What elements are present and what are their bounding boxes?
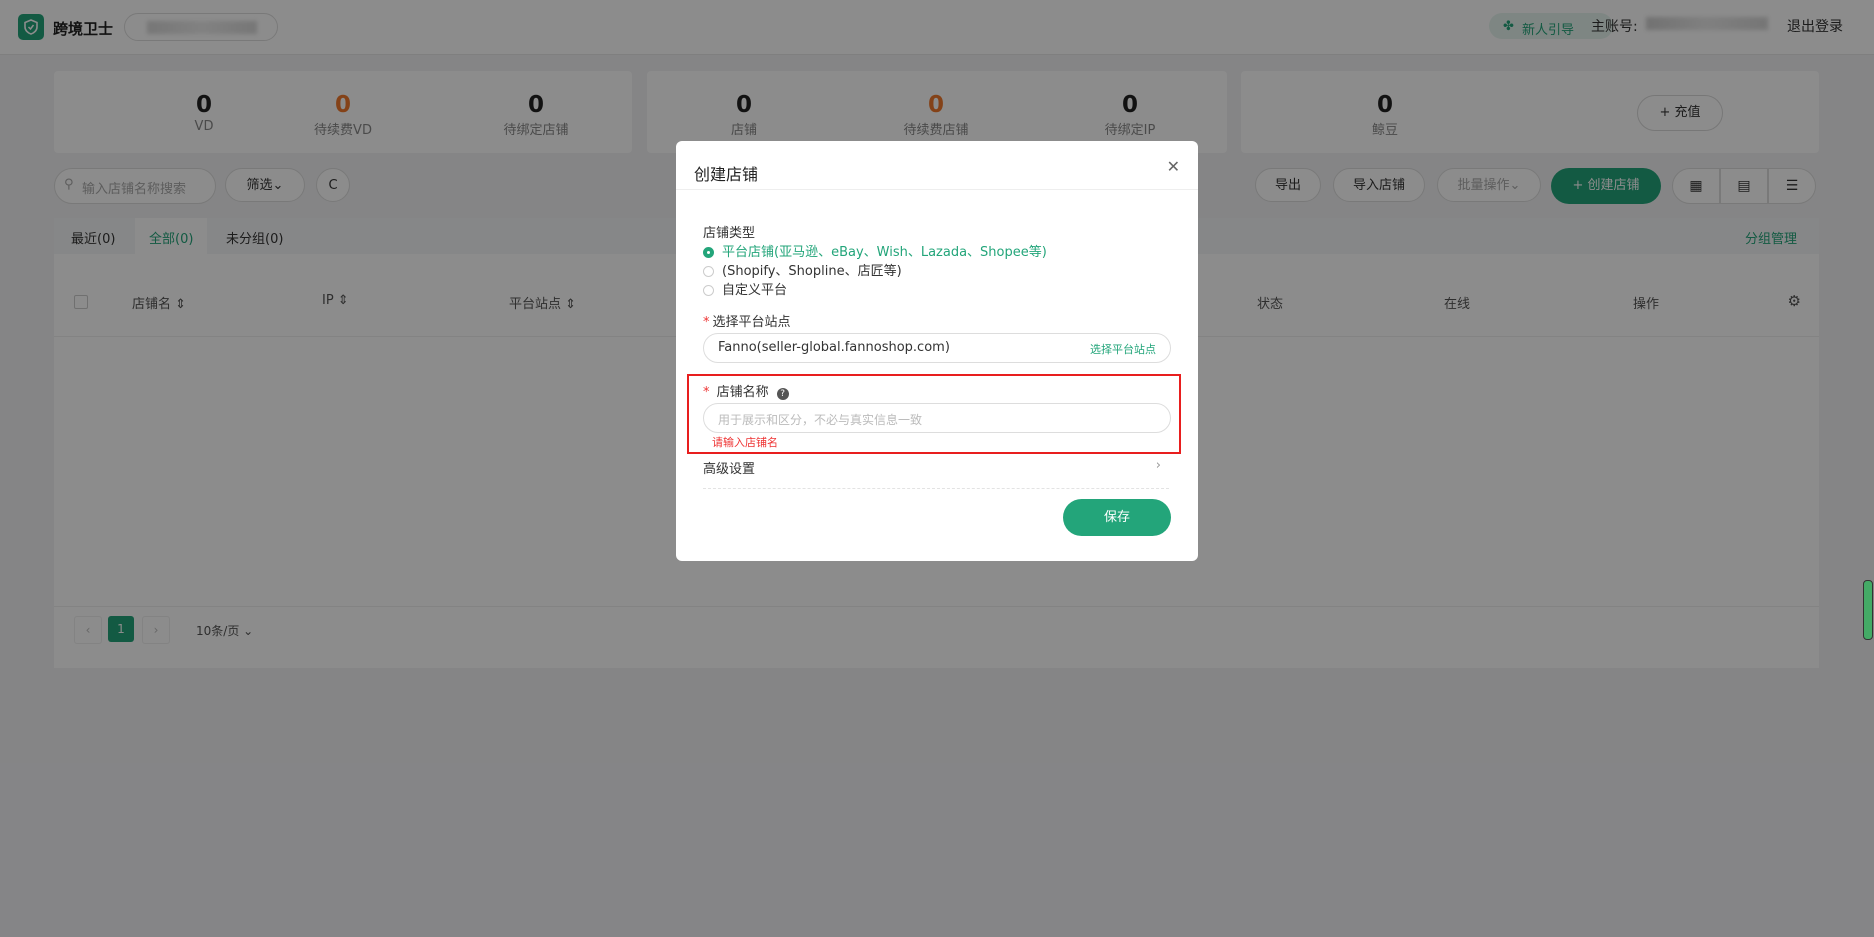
radio-selected-icon bbox=[703, 247, 714, 258]
store-type-option-platform[interactable]: 平台店铺(亚马逊、eBay、Wish、Lazada、Shopee等) bbox=[703, 241, 1047, 260]
platform-site-select[interactable]: Fanno(seller-global.fannoshop.com) 选择平台站… bbox=[703, 333, 1171, 363]
store-name-label: * 店铺名称? bbox=[703, 381, 789, 400]
radio-icon bbox=[703, 266, 714, 277]
save-button[interactable]: 保存 bbox=[1063, 499, 1171, 536]
store-type-label: 店铺类型 bbox=[703, 226, 756, 241]
store-type-option-custom[interactable]: 自定义平台 bbox=[703, 279, 787, 298]
create-store-dialog: 创建店铺 ✕ 店铺类型 平台店铺(亚马逊、eBay、Wish、Lazada、Sh… bbox=[676, 141, 1198, 561]
site-label: * 选择平台站点 bbox=[703, 315, 791, 330]
advanced-settings-toggle[interactable]: 高级设置 › bbox=[703, 458, 1169, 489]
side-scroll-indicator[interactable] bbox=[1863, 580, 1873, 640]
store-name-input[interactable]: 用于展示和区分，不必与真实信息一致 bbox=[703, 403, 1171, 433]
radio-icon bbox=[703, 285, 714, 296]
store-type-option-independent[interactable]: (Shopify、Shopline、店匠等) bbox=[703, 260, 902, 279]
dialog-title: 创建店铺 bbox=[694, 165, 759, 184]
store-name-error: 请输入店铺名 bbox=[712, 436, 778, 449]
help-icon[interactable]: ? bbox=[776, 388, 789, 400]
chevron-right-icon: › bbox=[1155, 458, 1161, 473]
select-site-link[interactable]: 选择平台站点 bbox=[1090, 341, 1156, 357]
close-icon[interactable]: ✕ bbox=[1167, 157, 1180, 176]
